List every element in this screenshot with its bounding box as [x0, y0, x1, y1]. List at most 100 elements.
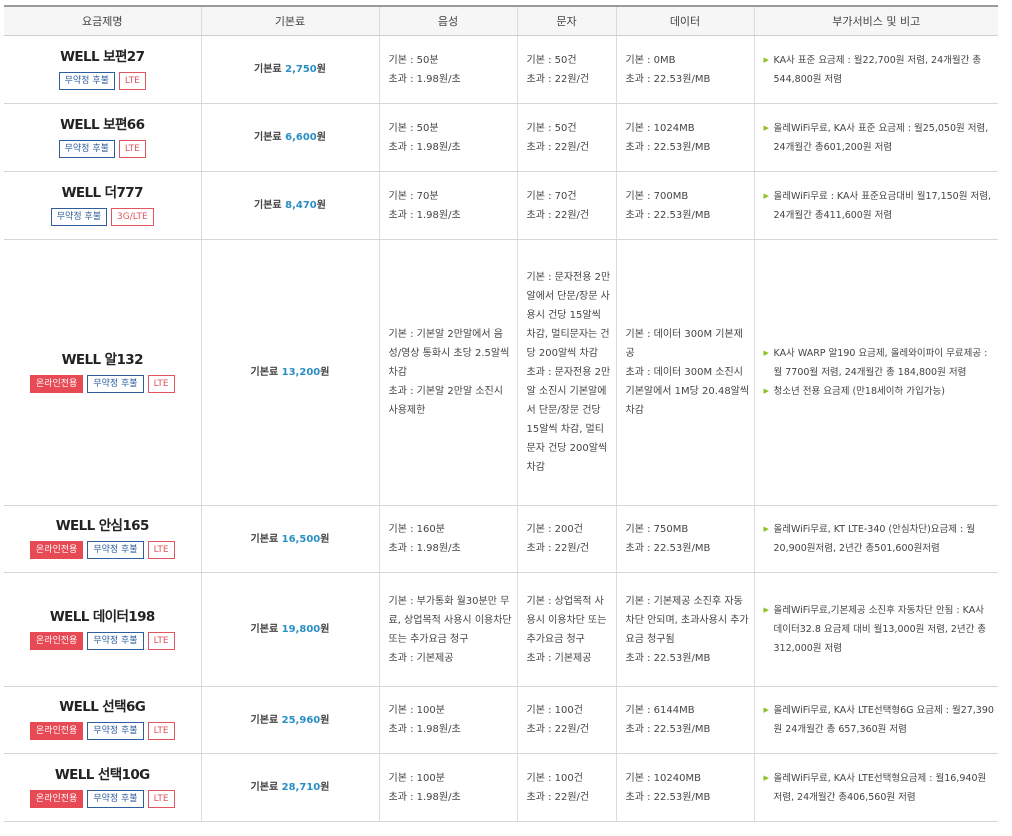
extra-item: ▶ KA사 표준 요금제 : 월22,700원 저렴, 24개월간 총544,80…: [764, 51, 995, 89]
data-line: 기본 : 700MB: [625, 190, 689, 202]
fee-cell: 기본료 6,600원: [200, 103, 379, 172]
fee-unit: 원: [316, 64, 326, 75]
header-extra: 부가서비스 및 비고: [753, 5, 998, 36]
arrow-bullet-icon: ▶: [763, 123, 769, 132]
plan-cell: WELL 보편27 무약정 후불 LTE: [4, 35, 201, 104]
extra-item: ▶ 올레WiFi무료, KA사 표준 요금제 : 월25,050원 저렴, 24개…: [764, 119, 995, 157]
data-line: 초과 : 22.53원/MB: [625, 724, 711, 735]
voice-line: 초과 : 1.98원/초: [388, 791, 461, 803]
data-line: 기본 : 10240MB: [625, 772, 701, 784]
plan-cell: WELL 더777 무약정 후불 3G/LTE: [4, 171, 201, 240]
plan-row: WELL 보편27 무약정 후불 LTE 기본료 2,750원 기본 : 50분 초과 :…: [4, 35, 998, 104]
extra-item: ▶ 올레WiFi무료, KA사 LTE선택형6G 요금제 : 월27,390원 2…: [764, 701, 995, 739]
voice-line: 초과 : 1.98원/초: [388, 141, 461, 153]
sms-line: 기본 : 50건: [526, 122, 577, 134]
data-cell: 기본 : 10240MB 초과 : 22.53원/MB: [615, 753, 754, 822]
voice-cell: 기본 : 50분 초과 : 1.98원/초: [378, 35, 517, 104]
network-badge: LTE: [118, 71, 146, 90]
voice-line: 기본 : 50분: [388, 54, 439, 66]
contract-badge: 무약정 후불: [87, 541, 144, 559]
extra-cell: ▶ 올레WiFi무료, KT LTE-340 (안심차단)요금제 : 월20,90…: [753, 505, 998, 573]
sms-line: 초과 : 문자전용 2만알 소진시 기본알에서 단문/장문 건당 15알씩 차감…: [526, 367, 611, 473]
data-line: 기본 : 750MB: [625, 524, 689, 535]
plan-table: 요금제명 기본료 음성 문자 데이터 부가서비스 및 비고 WELL 보편27 무…: [4, 5, 998, 822]
data-line: 초과 : 22.53원/MB: [625, 543, 711, 554]
contract-badge: 무약정 후불: [87, 789, 144, 808]
arrow-bullet-icon: ▶: [763, 606, 769, 614]
fee-cell: 기본료 2,750원: [200, 35, 379, 104]
arrow-bullet-icon: ▶: [763, 773, 769, 782]
extra-item: ▶ 청소년 전용 요금제 (만18세이하 가입가능): [764, 382, 995, 401]
fee-unit: 원: [316, 200, 326, 211]
plan-row: WELL 안심165 온라인전용 무약정 후불 LTE 기본료 16,500원 기본 : …: [4, 505, 998, 573]
sms-cell: 기본 : 문자전용 2만알에서 단문/장문 사용시 건당 15알씩 차감, 멀티…: [516, 239, 616, 506]
data-cell: 기본 : 750MB 초과 : 22.53원/MB: [615, 505, 754, 573]
plan-row: WELL 보편66 무약정 후불 LTE 기본료 6,600원 기본 : 50분 초과 :…: [4, 103, 998, 172]
plan-cell: WELL 안심165 온라인전용 무약정 후불 LTE: [4, 505, 201, 573]
sms-line: 초과 : 22원/건: [526, 543, 590, 554]
extra-text: 올레WiFi무료, KA사 LTE선택형6G 요금제 : 월27,390원 24…: [773, 705, 994, 735]
contract-badge: 무약정 후불: [87, 374, 144, 393]
contract-badge: 무약정 후불: [87, 631, 144, 650]
online-only-badge: 온라인전용: [29, 541, 84, 559]
extra-cell: ▶ 올레WiFi무료,기본제공 소진후 자동차단 안됨 : KA사 데이터32.8…: [753, 572, 998, 687]
extra-item: ▶ KA사 WARP 알190 요금제, 올레와이파이 무료제공 : 월 7700…: [764, 344, 995, 382]
network-badge: LTE: [147, 631, 175, 650]
online-only-badge: 온라인전용: [29, 789, 84, 808]
online-only-badge: 온라인전용: [29, 374, 84, 393]
fee-label: 기본료: [254, 200, 282, 211]
data-line: 기본 : 기본제공 소진후 자동차단 안되며, 초과사용시 추가요금 청구됨: [625, 595, 749, 645]
data-cell: 기본 : 1024MB 초과 : 22.53원/MB: [615, 103, 754, 172]
sms-line: 초과 : 22원/건: [526, 209, 590, 221]
header-plan: 요금제명: [4, 5, 201, 36]
fee-cell: 기본료 25,960원: [200, 686, 379, 754]
voice-line: 초과 : 1.98원/초: [388, 209, 461, 221]
arrow-bullet-icon: ▶: [763, 191, 769, 200]
sms-line: 초과 : 22원/건: [526, 73, 590, 85]
voice-cell: 기본 : 70분초과 : 1.98원/초: [378, 171, 517, 240]
data-line: 초과 : 22.53원/MB: [625, 652, 711, 664]
arrow-bullet-icon: ▶: [763, 525, 769, 533]
contract-badge: 무약정 후불: [58, 71, 115, 90]
plan-badges: 온라인전용 무약정 후불 LTE: [4, 541, 201, 560]
fee-unit: 원: [316, 132, 326, 143]
plan-row: WELL 더777 무약정 후불 3G/LTE 기본료 8,470원 기본 : 70분 초…: [4, 171, 998, 240]
arrow-bullet-icon: ▶: [763, 55, 769, 64]
data-line: 기본 : 1024MB: [625, 122, 695, 134]
plan-badges: 무약정 후불 LTE: [4, 139, 201, 159]
fee-amount: 25,960: [281, 714, 321, 726]
sms-cell: 기본 : 100건초과 : 22원/건: [516, 753, 616, 822]
plan-name: WELL 보편66: [60, 116, 145, 133]
plan-cell: WELL 알132 온라인전용 무약정 후불 LTE: [4, 239, 201, 506]
data-line: 기본 : 데이터 300M 기본제공: [625, 329, 743, 359]
voice-line: 초과 : 1.98원/초: [388, 543, 461, 554]
online-only-badge: 온라인전용: [29, 631, 84, 650]
network-badge: LTE: [147, 722, 175, 740]
header-fee: 기본료: [200, 5, 379, 36]
table-header-row: 요금제명 기본료 음성 문자 데이터 부가서비스 및 비고: [4, 5, 998, 36]
voice-line: 기본 : 70분: [388, 190, 439, 202]
fee-cell: 기본료 8,470원: [200, 171, 379, 240]
data-line: 초과 : 22.53원/MB: [625, 791, 711, 803]
data-cell: 기본 : 기본제공 소진후 자동차단 안되며, 초과사용시 추가요금 청구됨초과…: [615, 572, 754, 687]
extra-cell: ▶ KA사 WARP 알190 요금제, 올레와이파이 무료제공 : 월 7700…: [753, 239, 998, 506]
sms-line: 기본 : 100건: [526, 772, 583, 784]
voice-line: 기본 : 부가통화 월30분만 무료, 상업목적 사용시 이용차단 또는 추가요…: [388, 595, 512, 645]
sms-cell: 기본 : 50건 초과 : 22원/건: [516, 35, 616, 104]
sms-cell: 기본 : 상업목적 사용시 이용차단 또는 추가요금 청구 초과 : 기본제공: [516, 572, 616, 687]
fee-cell: 기본료 16,500원: [200, 505, 379, 573]
voice-cell: 기본 : 100분 초과 : 1.98원/초: [378, 753, 517, 822]
sms-cell: 기본 : 50건 초과 : 22원/건: [516, 103, 616, 172]
fee-label: 기본료: [254, 64, 282, 75]
arrow-bullet-icon: ▶: [763, 387, 769, 395]
plan-row: WELL 선택10G 온라인전용 무약정 후불 LTE 기본료 28,710원 기본 : …: [4, 753, 998, 822]
data-line: 초과 : 22.53원/MB: [625, 141, 711, 153]
fee-cell: 기본료 28,710원: [200, 753, 379, 822]
sms-line: 초과 : 22원/건: [526, 791, 590, 803]
sms-line: 기본 : 문자전용 2만알에서 단문/장문 사용시 건당 15알씩 차감, 멀티…: [526, 272, 611, 359]
fee-label: 기본료: [250, 782, 279, 793]
fee-unit: 원: [320, 782, 330, 793]
data-line: 기본 : 6144MB: [625, 705, 695, 716]
extra-text: 올레WiFi무료, KA사 표준 요금제 : 월25,050원 저렴, 24개월…: [773, 122, 989, 153]
voice-line: 초과 : 기본제공: [388, 652, 454, 664]
